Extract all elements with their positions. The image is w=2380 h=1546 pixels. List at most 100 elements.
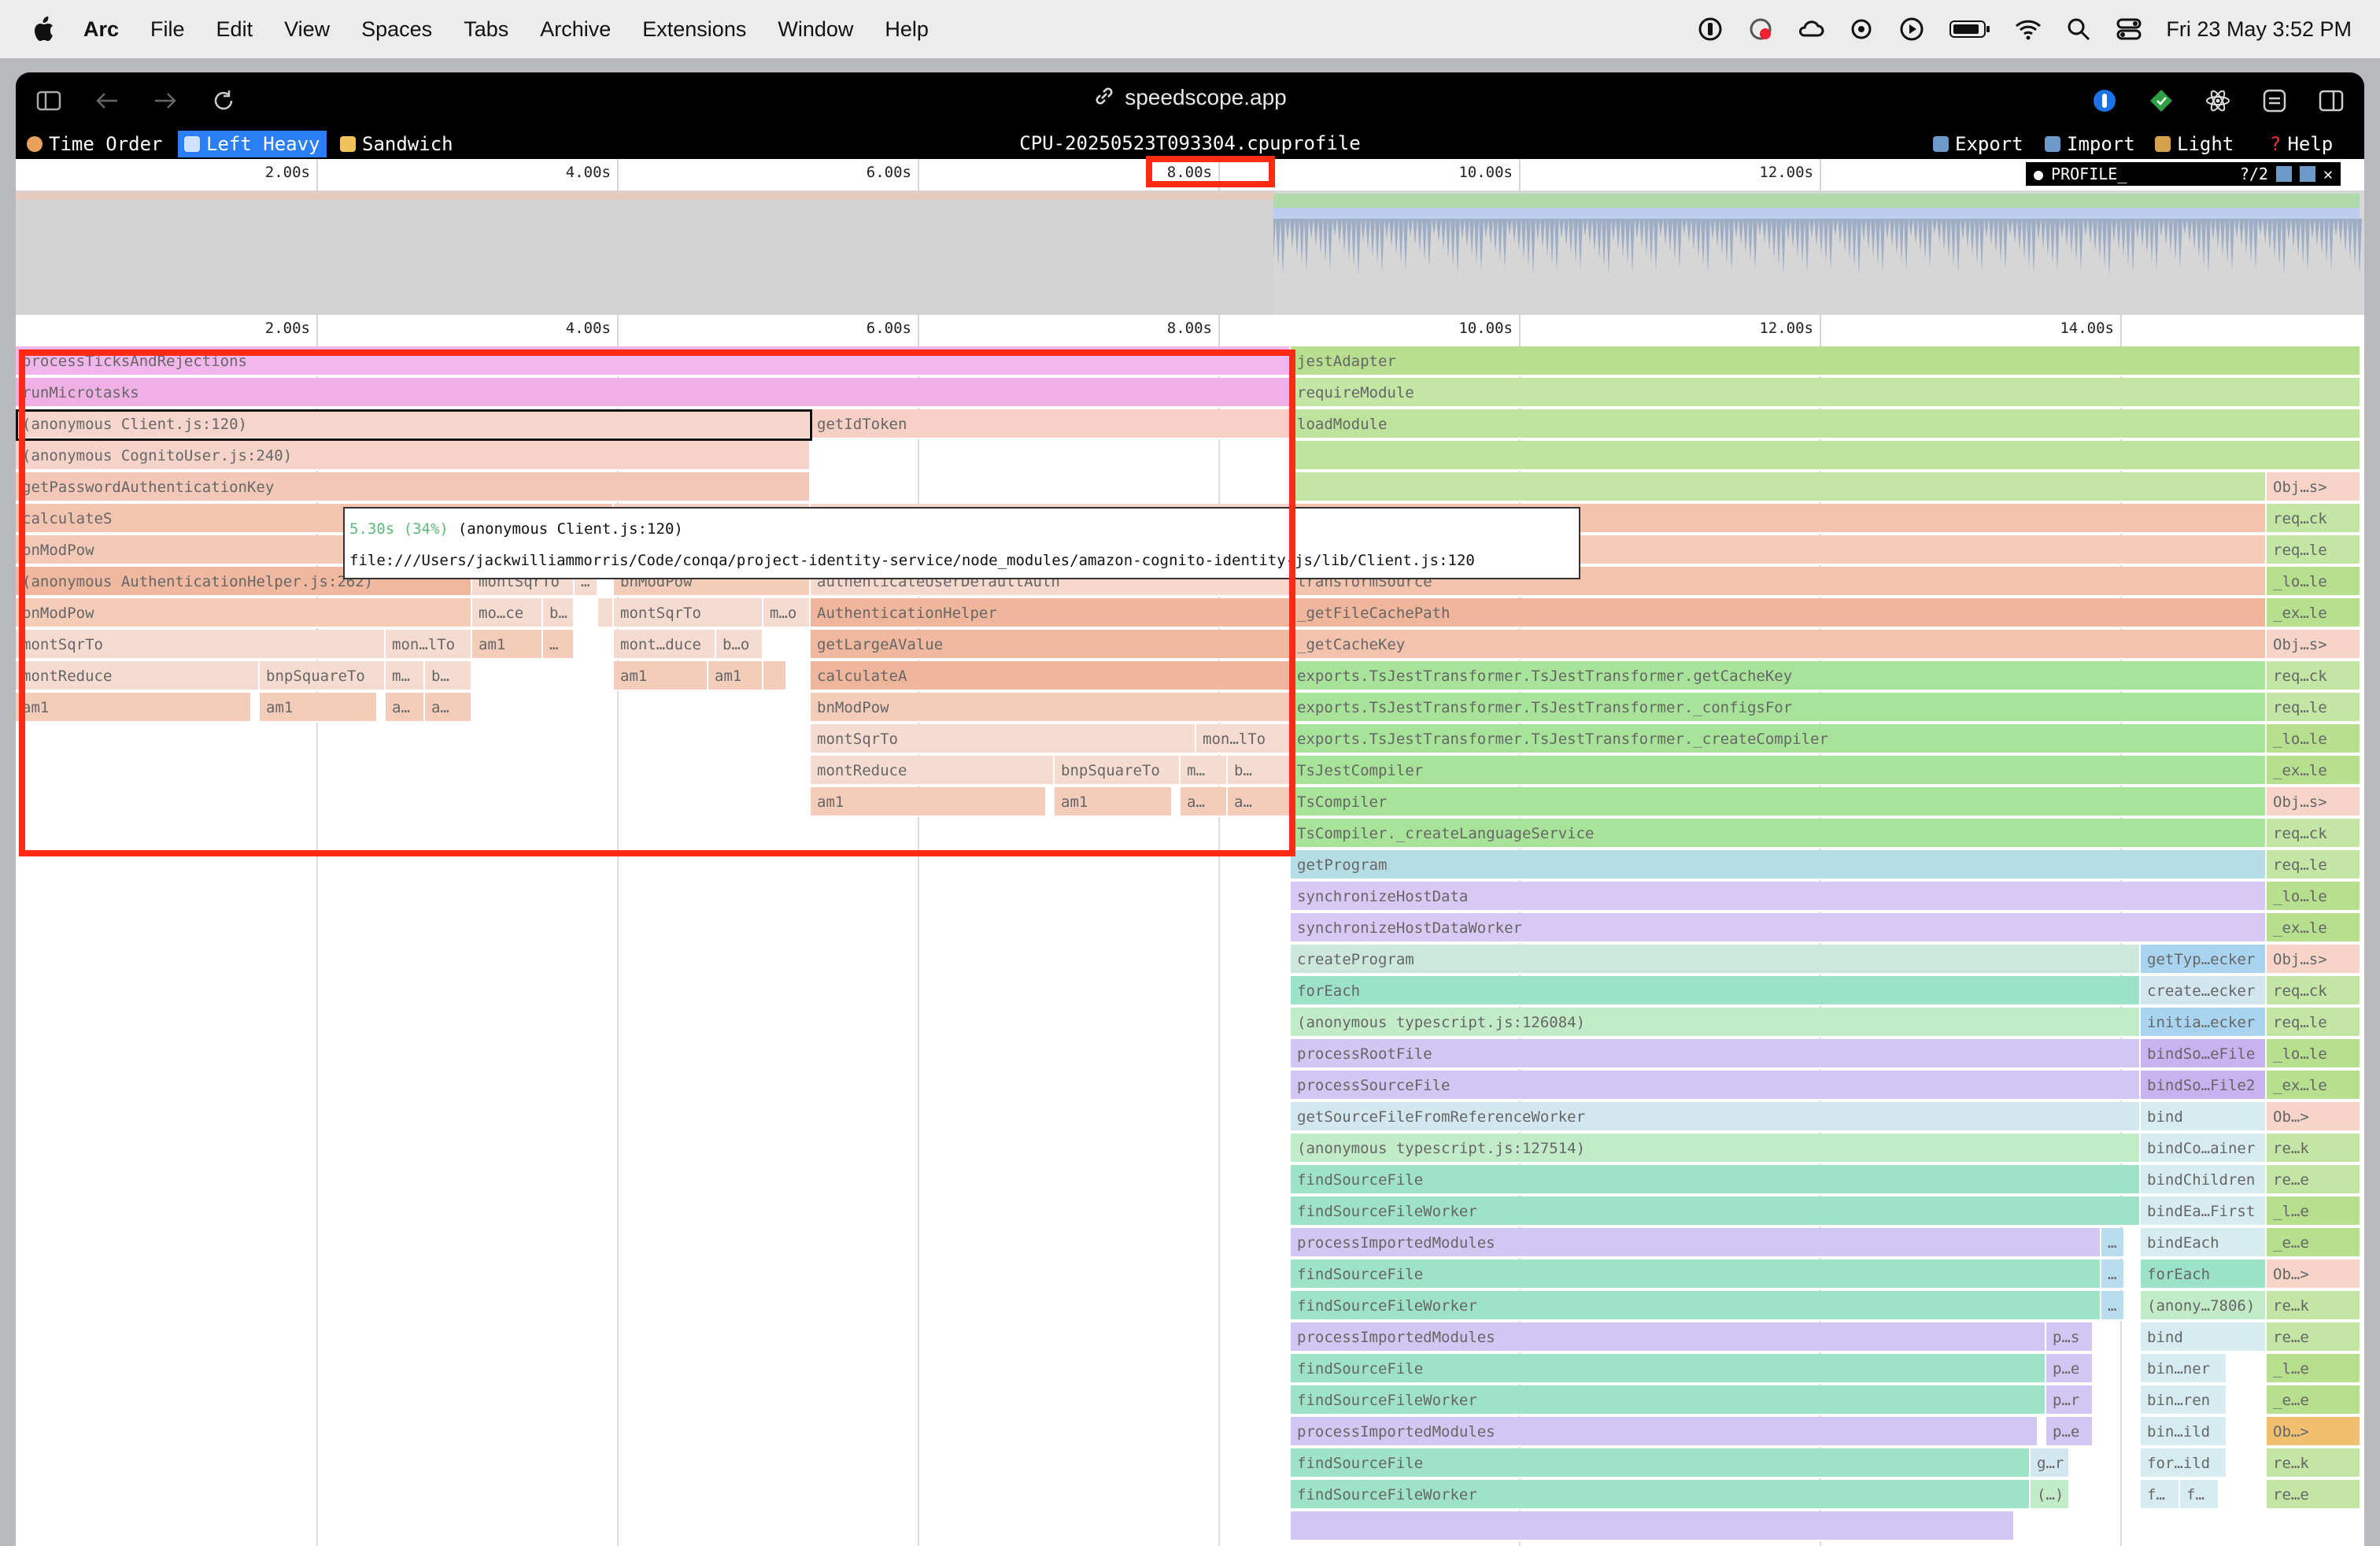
flame-frame[interactable]: Obj…s> [2267, 472, 2361, 502]
address-bar[interactable]: speedscope.app [16, 85, 2364, 113]
play-icon[interactable] [1898, 16, 1925, 43]
flame-frame[interactable]: forEach [1291, 976, 2141, 1006]
menu-help[interactable]: Help [885, 17, 929, 42]
cloud-sync-icon[interactable] [1798, 16, 1824, 43]
help-button[interactable]: ? Help [2270, 131, 2333, 157]
flame-frame[interactable]: _e…e [2267, 1228, 2361, 1258]
flame-frame[interactable]: re…k [2267, 1134, 2361, 1163]
flame-frame[interactable]: forEach [2141, 1259, 2267, 1289]
wifi-icon[interactable] [2015, 16, 2042, 43]
flame-frame[interactable]: bin…ner [2141, 1354, 2227, 1384]
flame-frame[interactable]: getTyp…ecker [2141, 945, 2267, 975]
flame-frame[interactable]: re…e [2267, 1480, 2361, 1510]
flame-frame[interactable]: synchronizeHostDataWorker [1291, 913, 2267, 943]
password-manager-icon[interactable] [1697, 16, 1724, 43]
flame-frame[interactable]: getProgram [1291, 850, 2267, 880]
theme-toggle-button[interactable]: Light [2155, 131, 2234, 157]
flame-frame[interactable]: p…e [2046, 1417, 2094, 1447]
flame-frame[interactable]: re…k [2267, 1291, 2361, 1321]
flame-frame[interactable]: TsCompiler._createLanguageService [1291, 819, 2267, 849]
flame-frame[interactable]: req…le [2267, 693, 2361, 723]
flame-frame[interactable]: _lo…le [2267, 567, 2361, 597]
flame-frame[interactable]: Obj…s> [2267, 945, 2361, 975]
flame-frame[interactable]: req…le [2267, 1008, 2361, 1037]
flame-frame[interactable]: req…ck [2267, 976, 2361, 1006]
flame-frame[interactable]: _lo…le [2267, 1039, 2361, 1069]
flame-frame[interactable]: processImportedModules [1291, 1322, 2046, 1352]
flame-frame[interactable]: findSourceFile [1291, 1354, 2046, 1384]
flame-frame[interactable]: _ex…le [2267, 598, 2361, 628]
flame-frame[interactable]: Ob…> [2267, 1102, 2361, 1132]
flame-frame[interactable]: _l…e [2267, 1354, 2361, 1384]
flame-frame[interactable]: bindSo…eFile [2141, 1039, 2267, 1069]
flame-frame[interactable]: Obj…s> [2267, 787, 2361, 817]
menu-file[interactable]: File [150, 17, 185, 42]
flame-frame[interactable]: bindCo…ainer [2141, 1134, 2267, 1163]
flame-frame[interactable]: … [2101, 1228, 2125, 1258]
menu-edit[interactable]: Edit [216, 17, 253, 42]
menu-archive[interactable]: Archive [540, 17, 611, 42]
chatgpt-icon[interactable] [1848, 16, 1875, 43]
flame-frame[interactable]: bindEach [2141, 1228, 2267, 1258]
flame-frame[interactable]: bindEa…First [2141, 1196, 2267, 1226]
menu-app-name[interactable]: Arc [83, 17, 119, 42]
search-next-icon[interactable] [2299, 166, 2315, 182]
flame-frame[interactable]: findSourceFile [1291, 1259, 2101, 1289]
flame-frame[interactable]: bin…ild [2141, 1417, 2227, 1447]
flame-frame[interactable]: bind [2141, 1322, 2267, 1352]
flame-frame[interactable]: _lo…le [2267, 882, 2361, 912]
flame-frame[interactable]: synchronizeHostData [1291, 882, 2267, 912]
search-close-icon[interactable]: ✕ [2323, 165, 2333, 183]
menu-window[interactable]: Window [778, 17, 853, 42]
flame-frame[interactable]: (anonymous typescript.js:126084) [1291, 1008, 2141, 1037]
react-devtools-icon[interactable] [2204, 87, 2232, 115]
flame-frame[interactable]: findSourceFileWorker [1291, 1196, 2141, 1226]
flame-frame[interactable] [1291, 441, 2361, 471]
menu-tabs[interactable]: Tabs [464, 17, 508, 42]
menu-spaces[interactable]: Spaces [361, 17, 432, 42]
flame-frame[interactable]: findSourceFile [1291, 1448, 2031, 1478]
flame-frame[interactable]: _getFileCachePath [1291, 598, 2267, 628]
onepassword-ext-icon[interactable] [2090, 87, 2119, 115]
flame-frame[interactable]: createProgram [1291, 945, 2141, 975]
flame-frame[interactable]: (anony…7806) [2141, 1291, 2267, 1321]
search-icon[interactable] [2065, 16, 2092, 43]
clock[interactable]: Fri 23 May 3:52 PM [2166, 17, 2352, 42]
import-button[interactable]: Import [2045, 131, 2135, 157]
flame-frame[interactable]: processImportedModules [1291, 1228, 2101, 1258]
flame-frame[interactable]: for…ild [2141, 1448, 2227, 1478]
flame-frame[interactable]: TsCompiler [1291, 787, 2267, 817]
menu-extensions[interactable]: Extensions [642, 17, 746, 42]
control-center-icon[interactable] [2116, 16, 2142, 43]
flame-frame[interactable]: (…) [2031, 1480, 2070, 1510]
flame-frame[interactable]: loadModule [1291, 409, 2361, 439]
flame-frame[interactable]: findSourceFileWorker [1291, 1291, 2101, 1321]
export-button[interactable]: Export [1933, 131, 2023, 157]
flame-frame[interactable] [1291, 472, 2267, 502]
flame-frame[interactable]: findSourceFile [1291, 1165, 2141, 1195]
extension-green-icon[interactable] [2147, 87, 2175, 115]
extension-panel-icon[interactable] [2260, 87, 2289, 115]
flame-frame[interactable]: Ob…> [2267, 1417, 2361, 1447]
flame-frame[interactable]: initia…ecker [2141, 1008, 2267, 1037]
flame-frame[interactable]: processSourceFile [1291, 1071, 2141, 1100]
flame-frame[interactable]: f… [2141, 1480, 2180, 1510]
flame-frame[interactable]: p…e [2046, 1354, 2094, 1384]
flame-frame[interactable]: p…r [2046, 1385, 2094, 1415]
flame-frame[interactable]: bindSo…File2 [2141, 1071, 2267, 1100]
flame-frame[interactable]: Obj…s> [2267, 630, 2361, 660]
flame-frame[interactable]: getSourceFileFromReferenceWorker [1291, 1102, 2141, 1132]
flame-frame[interactable]: create…ecker [2141, 976, 2267, 1006]
flame-frame[interactable] [1291, 1511, 2015, 1541]
flame-frame[interactable]: re…e [2267, 1322, 2361, 1352]
flame-frame[interactable]: (anonymous typescript.js:127514) [1291, 1134, 2141, 1163]
flame-frame[interactable]: bindChildren [2141, 1165, 2267, 1195]
flame-frame[interactable]: bin…ren [2141, 1385, 2227, 1415]
battery-icon[interactable] [1949, 16, 1991, 43]
flame-frame[interactable]: _e…e [2267, 1385, 2361, 1415]
flame-frame[interactable]: req…ck [2267, 504, 2361, 534]
flame-frame[interactable]: _l…e [2267, 1196, 2361, 1226]
apple-icon[interactable] [31, 16, 66, 43]
flame-frame[interactable]: processImportedModules [1291, 1417, 2038, 1447]
flame-frame[interactable]: re…e [2267, 1165, 2361, 1195]
